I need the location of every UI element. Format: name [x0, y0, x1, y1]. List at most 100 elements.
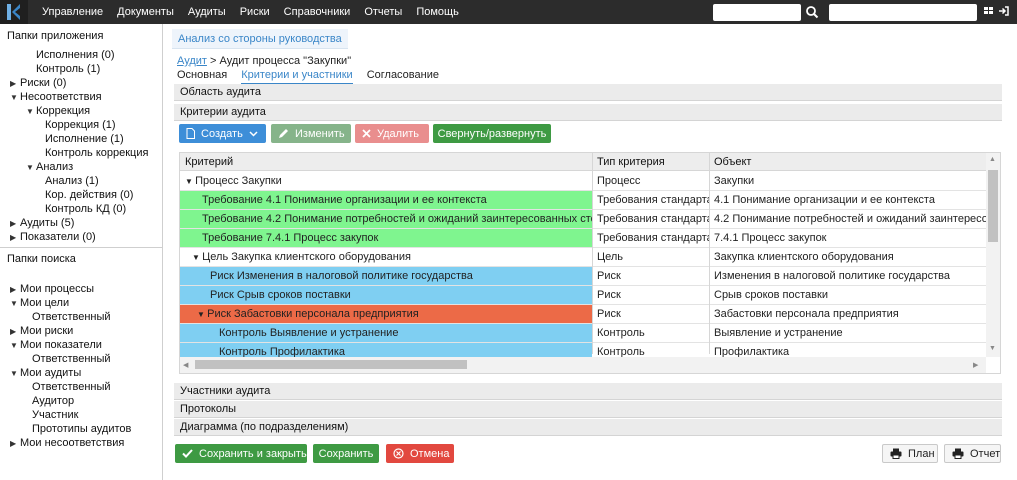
tree-item-audits-responsible[interactable]: Ответственный: [32, 380, 111, 394]
secondary-search-input[interactable]: [829, 4, 977, 21]
scroll-left-icon[interactable]: ◀: [183, 361, 188, 369]
table-row[interactable]: Риск Срыв сроков поставки Риск Срыв сроков…: [180, 286, 986, 305]
vertical-scrollbar[interactable]: ▲ ▼: [986, 153, 1000, 357]
tree-item-audits[interactable]: ▶ Аудиты (5): [10, 216, 74, 230]
caret-down-icon[interactable]: ▼: [10, 297, 20, 311]
breadcrumb-link-audit[interactable]: Аудит: [177, 55, 207, 67]
table-row[interactable]: Требование 4.1 Понимание организации и е…: [180, 191, 986, 210]
caret-right-icon[interactable]: ▶: [10, 325, 20, 339]
cell-criterion: Риск Изменения в налоговой политике госу…: [180, 267, 592, 286]
criterion-text: Контроль Выявление и устранение: [219, 327, 399, 339]
tree-item-nonconformities[interactable]: ▼ Несоответствия: [10, 90, 102, 104]
cell-criterion: ▼ Цель Закупка клиентского оборудования: [180, 248, 592, 267]
toggle-expand-button[interactable]: Свернуть/развернуть: [433, 124, 551, 143]
caret-down-icon[interactable]: ▼: [10, 339, 20, 353]
search-input[interactable]: [713, 4, 801, 21]
logout-icon[interactable]: [998, 5, 1010, 20]
tab-approval[interactable]: Согласование: [367, 69, 439, 84]
cell-criterion: Контроль Выявление и устранение: [180, 324, 592, 343]
menu-management[interactable]: Управление: [42, 6, 103, 18]
tree-item-executions[interactable]: Исполнения (0): [36, 48, 115, 62]
horizontal-scroll-thumb[interactable]: [195, 360, 467, 369]
section-diagram[interactable]: Диаграмма (по подразделениям): [174, 419, 1002, 436]
cancel-button[interactable]: Отмена: [386, 444, 454, 463]
tree-item-goals-responsible[interactable]: Ответственный: [32, 310, 111, 324]
tree-item-ca-control[interactable]: Контроль КД (0): [45, 202, 126, 216]
caret-down-icon[interactable]: ▼: [10, 91, 20, 105]
section-audit-scope[interactable]: Область аудита: [174, 84, 1002, 101]
report-button[interactable]: Отчет: [944, 444, 1001, 463]
table-row[interactable]: Требование 7.4.1 Процесс закупок Требован…: [180, 229, 986, 248]
table-row[interactable]: ▼ Риск Забастовки персонала предприятия Р…: [180, 305, 986, 324]
caret-down-icon[interactable]: ▼: [10, 367, 20, 381]
column-header-criterion[interactable]: Критерий: [180, 153, 592, 171]
tab-main[interactable]: Основная: [177, 69, 227, 84]
tree-item-participant[interactable]: Участник: [32, 408, 78, 422]
delete-button[interactable]: Удалить: [355, 124, 429, 143]
caret-right-icon[interactable]: ▶: [10, 231, 20, 245]
search-icon[interactable]: [805, 4, 819, 20]
expand-caret-icon[interactable]: ▼: [197, 310, 207, 319]
tree-item-my-risks[interactable]: ▶ Мои риски: [10, 324, 73, 338]
menu-reports[interactable]: Отчеты: [364, 6, 402, 18]
tab-criteria-participants[interactable]: Критерии и участники: [241, 69, 353, 84]
menu-risks[interactable]: Риски: [240, 6, 270, 18]
tree-item-correction-count[interactable]: Коррекция (1): [45, 118, 116, 132]
tree-item-analysis[interactable]: ▼ Анализ: [26, 160, 73, 174]
caret-right-icon[interactable]: ▶: [10, 77, 20, 91]
tree-item-my-nonconformities[interactable]: ▶ Мои несоответствия: [10, 436, 124, 450]
scroll-up-icon[interactable]: ▲: [989, 156, 996, 163]
tree-item-correction[interactable]: ▼ Коррекция: [26, 104, 90, 118]
scroll-down-icon[interactable]: ▼: [989, 345, 996, 352]
edit-button[interactable]: Изменить: [271, 124, 351, 143]
save-close-button[interactable]: Сохранить и закрыть: [175, 444, 307, 463]
caret-down-icon[interactable]: ▼: [26, 105, 36, 119]
tree-item-correction-control[interactable]: Контроль коррекция: [45, 146, 148, 160]
expand-caret-icon[interactable]: ▼: [192, 253, 202, 262]
tree-item-my-audits[interactable]: ▼ Мои аудиты: [10, 366, 81, 380]
close-icon: [362, 129, 371, 138]
caret-right-icon[interactable]: ▶: [10, 437, 20, 451]
grid-icon[interactable]: [984, 5, 994, 20]
section-audit-criteria[interactable]: Критерии аудита: [174, 104, 1002, 121]
expand-caret-icon[interactable]: ▼: [185, 177, 195, 186]
table-row[interactable]: Риск Изменения в налоговой политике госу…: [180, 267, 986, 286]
breadcrumb-separator: >: [210, 55, 217, 67]
horizontal-scrollbar[interactable]: ◀ ▶: [180, 357, 986, 373]
menu-audits[interactable]: Аудиты: [188, 6, 226, 18]
plan-button[interactable]: План: [882, 444, 938, 463]
tree-item-my-processes[interactable]: ▶ Мои процессы: [10, 282, 94, 296]
tree-item-my-indicators[interactable]: ▼ Мои показатели: [10, 338, 102, 352]
tree-item-risks[interactable]: ▶ Риски (0): [10, 76, 66, 90]
tree-item-auditor[interactable]: Аудитор: [32, 394, 74, 408]
caret-right-icon[interactable]: ▶: [10, 217, 20, 231]
caret-down-icon[interactable]: ▼: [26, 161, 36, 175]
table-row[interactable]: Требование 4.2 Понимание потребностей и …: [180, 210, 986, 229]
tree-item-corrective-actions[interactable]: Кор. действия (0): [45, 188, 133, 202]
tree-item-control[interactable]: Контроль (1): [36, 62, 100, 76]
scroll-right-icon[interactable]: ▶: [973, 361, 978, 369]
tree-item-indicators-responsible[interactable]: Ответственный: [32, 352, 111, 366]
page-tab[interactable]: Анализ со стороны руководства: [172, 29, 348, 49]
tree-item-indicators[interactable]: ▶ Показатели (0): [10, 230, 96, 244]
menu-documents[interactable]: Документы: [117, 6, 174, 18]
vertical-scroll-thumb[interactable]: [988, 170, 998, 242]
tree-item-audit-prototypes[interactable]: Прототипы аудитов: [32, 422, 131, 436]
caret-right-icon[interactable]: ▶: [10, 283, 20, 297]
table-row[interactable]: ▼ Процесс Закупки Процесс Закупки: [180, 172, 986, 191]
tree-item-execution[interactable]: Исполнение (1): [45, 132, 124, 146]
table-row[interactable]: ▼ Цель Закупка клиентского оборудования Ц…: [180, 248, 986, 267]
menu-references[interactable]: Справочники: [284, 6, 351, 18]
save-button[interactable]: Сохранить: [313, 444, 379, 463]
column-header-object[interactable]: Объект: [709, 153, 986, 171]
section-audit-participants[interactable]: Участники аудита: [174, 383, 1002, 400]
top-bar: Управление Документы Аудиты Риски Справо…: [0, 0, 1017, 24]
table-row[interactable]: Контроль Выявление и устранение Контроль В…: [180, 324, 986, 343]
app-logo[interactable]: [0, 0, 28, 24]
tree-item-analysis-count[interactable]: Анализ (1): [45, 174, 99, 188]
tree-item-my-goals[interactable]: ▼ Мои цели: [10, 296, 69, 310]
column-header-type[interactable]: Тип критерия: [592, 153, 709, 171]
section-protocols[interactable]: Протоколы: [174, 401, 1002, 418]
menu-help[interactable]: Помощь: [416, 6, 459, 18]
create-button[interactable]: Создать: [179, 124, 266, 143]
